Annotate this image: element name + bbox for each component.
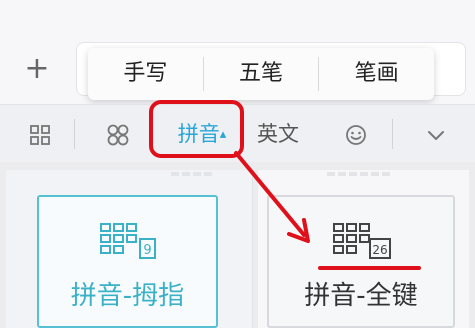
clover-button[interactable] [96, 105, 140, 163]
keypad-9-icon: 9 [99, 223, 156, 259]
tab-english[interactable]: 英文 [250, 105, 306, 163]
keypad-9-badge: 9 [143, 243, 151, 258]
emoji-button[interactable] [334, 105, 378, 163]
toolbar-divider [74, 119, 75, 149]
keypad-26-badge: 26 [372, 243, 387, 257]
input-method-popup: 手写 五笔 笔画 [88, 48, 434, 100]
layout-card-pinyin-thumb[interactable]: 9 拼音-拇指 [37, 195, 218, 328]
layout-card-label: 拼音-拇指 [70, 281, 185, 311]
annotation-highlight-box [149, 100, 244, 158]
layout-card-label: 拼音-全键 [304, 281, 418, 311]
tab-english-label: 英文 [257, 122, 299, 146]
clover-icon [107, 124, 129, 145]
popup-item-wubi[interactable]: 五笔 [204, 48, 319, 100]
plus-icon: + [24, 51, 50, 86]
keyboard-screen: + 手写 五笔 笔画 拼音▴ 英文 9 拼音-拇指 26 拼音-全键 [0, 0, 475, 328]
popup-item-stroke[interactable]: 笔画 [319, 48, 434, 100]
popup-item-handwriting[interactable]: 手写 [88, 48, 203, 100]
layout-card-pinyin-full[interactable]: 26 拼音-全键 [267, 195, 455, 328]
chevron-down-icon [428, 130, 444, 140]
collapse-keyboard-button[interactable] [414, 105, 458, 163]
scroll-indicator-right [327, 172, 390, 176]
scroll-indicator-left [171, 172, 213, 176]
smile-icon [346, 124, 366, 145]
toolbar-divider [392, 119, 393, 149]
annotation-underline [318, 266, 421, 270]
keypad-26-icon: 26 [333, 223, 391, 259]
plus-button[interactable]: + [20, 52, 54, 86]
grid-icon [30, 124, 50, 145]
grid-button[interactable] [18, 105, 62, 163]
